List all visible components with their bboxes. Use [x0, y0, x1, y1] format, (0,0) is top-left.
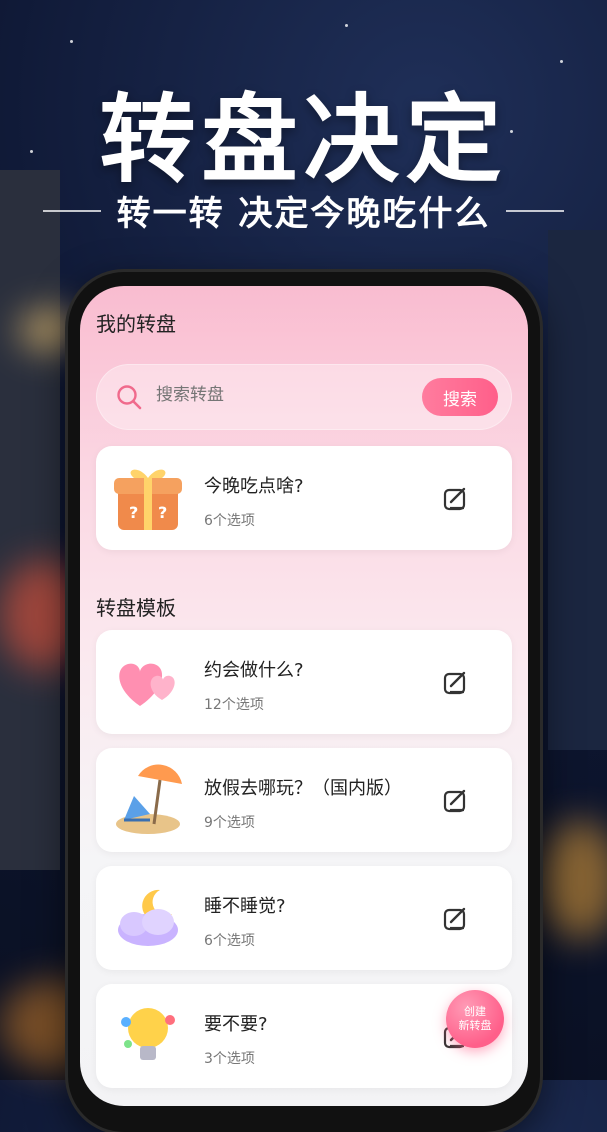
- template-title: 放假去哪玩？（国内版）: [204, 778, 402, 799]
- search-bar[interactable]: 搜索: [96, 364, 512, 430]
- my-wheel-card[interactable]: ? ? 今晚吃点啥? 6个选项: [96, 446, 512, 550]
- lightbulb-icon: [121, 1008, 175, 1060]
- template-title: 睡不睡觉?: [204, 896, 286, 917]
- moon-cloud-icon: [118, 889, 178, 946]
- wheel-option-count: 6个选项: [204, 513, 255, 529]
- template-option-count: 3个选项: [204, 1051, 255, 1067]
- divider-right: [506, 209, 565, 212]
- templates-title: 转盘模板: [96, 596, 176, 620]
- create-wheel-label-line2: 新转盘: [458, 1019, 492, 1032]
- edit-icon[interactable]: [442, 788, 468, 814]
- template-card[interactable]: 放假去哪玩？（国内版） 9个选项: [96, 748, 512, 852]
- svg-text:?: ?: [129, 503, 138, 522]
- template-card[interactable]: 约会做什么? 12个选项: [96, 630, 512, 734]
- edit-icon[interactable]: [442, 906, 468, 932]
- beach-chair-icon: [116, 764, 182, 834]
- template-title: 要不要?: [204, 1014, 268, 1035]
- template-option-count: 9个选项: [204, 815, 255, 831]
- create-wheel-label-line1: 创建: [464, 1005, 486, 1018]
- search-icon: [117, 385, 142, 410]
- create-wheel-button[interactable]: 创建 新转盘: [446, 990, 504, 1048]
- hero-subtitle-row: 转一转 决定今晚吃什么: [0, 186, 607, 235]
- divider-left: [42, 209, 101, 212]
- hero-title: 转盘决定: [99, 84, 508, 196]
- template-option-count: 12个选项: [204, 697, 264, 713]
- my-wheels-title: 我的转盘: [96, 312, 176, 336]
- wheel-title: 今晚吃点啥?: [204, 476, 304, 497]
- search-button[interactable]: 搜索: [422, 378, 498, 416]
- edit-icon[interactable]: [442, 486, 468, 512]
- gift-box-icon: ? ?: [114, 469, 182, 530]
- hearts-icon: [119, 663, 175, 706]
- template-title: 约会做什么?: [204, 660, 304, 681]
- edit-icon[interactable]: [442, 670, 468, 696]
- template-card[interactable]: 睡不睡觉? 6个选项: [96, 866, 512, 970]
- template-card[interactable]: 要不要? 3个选项: [96, 984, 512, 1088]
- svg-text:?: ?: [158, 503, 167, 522]
- app-screen: 我的转盘 搜索 ? ? 今晚吃点啥? 6个选项 转盘模板: [80, 286, 528, 1106]
- hero-subtitle: 转一转 决定今晚吃什么: [116, 194, 491, 234]
- template-option-count: 6个选项: [204, 933, 255, 949]
- search-input[interactable]: [154, 384, 398, 406]
